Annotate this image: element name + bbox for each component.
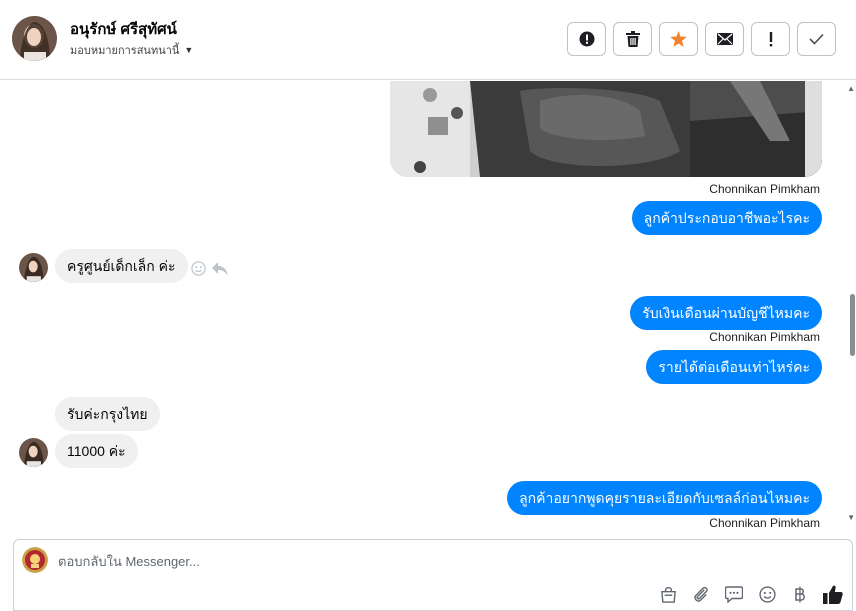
like-button[interactable]: [822, 583, 844, 605]
contact-avatar[interactable]: [12, 16, 57, 61]
spam-button[interactable]: [567, 22, 606, 56]
header-actions: [567, 22, 836, 56]
scroll-up-arrow[interactable]: ▲: [847, 84, 855, 93]
saved-reply-button[interactable]: [723, 583, 745, 605]
thumbs-up-icon: [823, 585, 843, 604]
shop-button[interactable]: [657, 583, 679, 605]
delete-button[interactable]: [613, 22, 652, 56]
payment-button[interactable]: [789, 583, 811, 605]
assign-conversation-dropdown[interactable]: มอบหมายการสนทนานี้ ▼: [70, 41, 193, 59]
scroll-down-arrow[interactable]: ▼: [847, 513, 855, 522]
follow-up-button[interactable]: [751, 22, 790, 56]
assign-label: มอบหมายการสนทนานี้: [70, 45, 180, 57]
sender-name: Chonnikan Pimkham: [709, 516, 820, 530]
message-photo[interactable]: [390, 81, 822, 177]
message-actions: [191, 261, 228, 276]
page-avatar: [22, 547, 48, 573]
contact-avatar-small[interactable]: [19, 438, 48, 467]
chat-bubble-icon: [725, 585, 743, 603]
outgoing-message[interactable]: ลูกค้าประกอบอาชีพอะไรคะ: [631, 201, 822, 235]
attach-button[interactable]: [690, 583, 712, 605]
outgoing-message[interactable]: รับเงินเดือนผ่านบัญชีไหมคะ: [630, 296, 822, 330]
sender-name: Chonnikan Pimkham: [709, 182, 820, 196]
message-thread[interactable]: Chonnikan Pimkham ลูกค้าประกอบอาชีพอะไรค…: [0, 81, 856, 531]
contact-avatar-small[interactable]: [19, 253, 48, 282]
exclamation-icon: [769, 32, 772, 47]
reply-icon[interactable]: [212, 261, 228, 276]
mark-unread-button[interactable]: [705, 22, 744, 56]
envelope-icon: [716, 33, 733, 45]
outgoing-message[interactable]: ลูกค้าอยากพูดคุยรายละเอียดกับเซลล์ก่อนไห…: [507, 481, 822, 515]
incoming-message[interactable]: 11000 ค่ะ: [55, 434, 138, 468]
smile-icon: [758, 585, 776, 603]
caret-down-icon: ▼: [184, 45, 194, 55]
baht-icon: [795, 586, 805, 602]
mark-done-button[interactable]: [797, 22, 836, 56]
scrollbar-thumb[interactable]: [850, 294, 855, 356]
shopping-bag-icon: [660, 586, 676, 603]
conversation-header: อนุรักษ์ ศรีสุทัศน์ มอบหมายการสนทนานี้ ▼: [0, 0, 856, 80]
paperclip-icon: [693, 586, 708, 602]
incoming-message[interactable]: รับค่ะกรุงไทย: [55, 397, 160, 431]
alert-circle-icon: [579, 31, 594, 47]
outgoing-message[interactable]: รายได้ต่อเดือนเท่าไหร่คะ: [646, 350, 822, 384]
sender-name: Chonnikan Pimkham: [709, 330, 820, 344]
emoji-button[interactable]: [756, 583, 778, 605]
smile-icon[interactable]: [191, 261, 206, 276]
check-icon: [809, 33, 824, 45]
reply-composer: [13, 539, 853, 611]
composer-toolbar: [657, 583, 844, 605]
contact-name[interactable]: อนุรักษ์ ศรีสุทัศน์: [70, 17, 177, 41]
star-icon: [670, 31, 687, 47]
trash-icon: [625, 31, 640, 47]
reply-input[interactable]: [58, 552, 658, 570]
incoming-message[interactable]: ครูศูนย์เด็กเล็ก ค่ะ: [55, 249, 188, 283]
star-button[interactable]: [659, 22, 698, 56]
